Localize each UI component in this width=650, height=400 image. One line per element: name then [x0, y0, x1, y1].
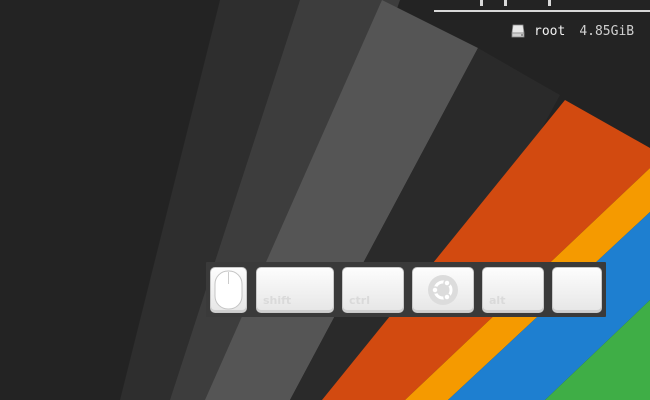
wallpaper [0, 0, 650, 400]
ctrl-key: ctrl [342, 267, 404, 313]
key-display-panel: shift ctrl alt [206, 262, 606, 317]
alt-key: alt [482, 267, 544, 313]
conky-widget: root 4.85GiB [434, 0, 650, 46]
conky-tick [548, 0, 551, 6]
blank-key [552, 267, 602, 313]
shift-key-label: shift [263, 294, 292, 307]
drive-icon [510, 23, 526, 39]
drive-size: 4.85GiB [579, 23, 635, 39]
mouse-icon [211, 268, 246, 312]
shift-key: shift [256, 267, 334, 313]
conky-tick [504, 0, 507, 6]
alt-key-label: alt [489, 294, 506, 307]
conky-tick [480, 0, 483, 6]
drive-name: root [534, 23, 566, 39]
ctrl-key-label: ctrl [349, 294, 370, 307]
super-key [412, 267, 474, 313]
drive-row: root 4.85GiB [510, 20, 634, 42]
ubuntu-logo-icon [426, 273, 460, 307]
conky-divider [434, 10, 650, 12]
mouse-key [210, 267, 247, 313]
